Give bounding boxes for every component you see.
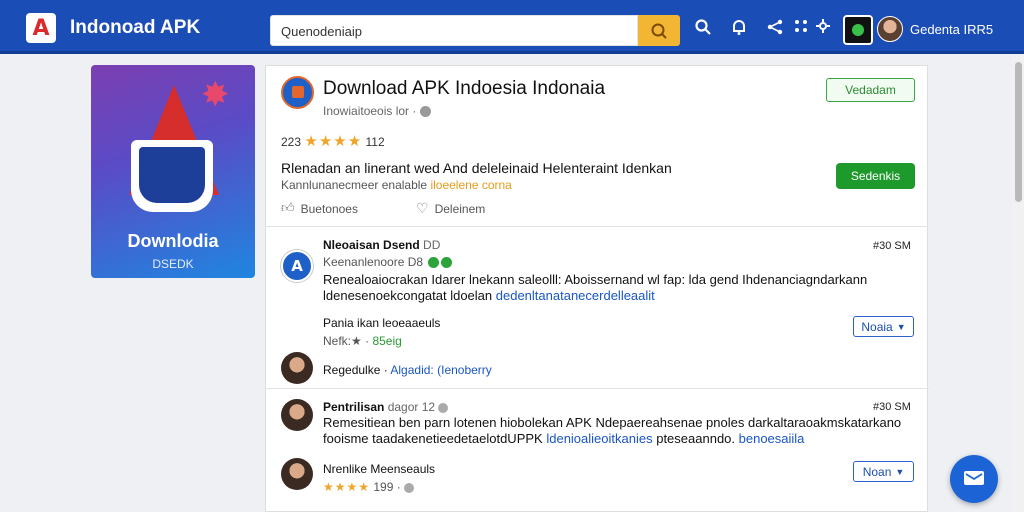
comment-body-line: Remesitiean ben parn lotenen hiobolekan … xyxy=(323,415,902,430)
footer-link[interactable]: (Ienoberry xyxy=(437,363,492,377)
comment-body-line: Renealoaiocrakan Idarer lnekann saleolll… xyxy=(323,272,868,287)
rating-count: 223 xyxy=(281,135,302,149)
search-button[interactable] xyxy=(638,15,680,46)
comment-avatar[interactable]: A xyxy=(281,250,313,282)
scrollbar-thumb[interactable] xyxy=(1015,62,1022,202)
reply-author[interactable]: Pania ikan leoeaaeuls xyxy=(323,316,440,330)
app-title: Download APK Indoesia Indonaia xyxy=(323,78,606,99)
user-avatar[interactable] xyxy=(877,16,903,42)
verified-icon xyxy=(428,257,440,269)
reply-meta-green: 85eig xyxy=(372,334,402,348)
comment-body-line: fooisme taadakenetieedetaelotdUPPK ldeni… xyxy=(323,431,901,447)
footer-link[interactable]: Algadid: xyxy=(390,363,433,377)
developer-label: Inowiaitoeois lor · xyxy=(323,104,417,118)
user-name[interactable]: Gedenta IRR5 xyxy=(910,22,993,37)
app-logo[interactable]: A xyxy=(26,13,56,43)
comment-subtitle: Keenanlenoore D8 xyxy=(323,255,453,269)
rating-row: 223 ★★★★ 112 xyxy=(281,132,385,150)
info-icon xyxy=(438,402,449,413)
message-icon xyxy=(964,471,984,485)
search-icon[interactable] xyxy=(692,18,714,40)
reply-author[interactable]: Nrenlike Meenseauls xyxy=(323,462,435,476)
app-small-icon xyxy=(281,76,314,109)
app-avatar[interactable] xyxy=(843,15,873,45)
app-detail-card: Download APK Indoesia Indonaia Inowiaito… xyxy=(265,65,929,512)
comment-author[interactable]: Nleoaisan Dsend DD xyxy=(323,238,440,252)
comment-time: #30 SM xyxy=(873,401,911,413)
download-button[interactable]: Sedenkis xyxy=(836,163,915,189)
thumbs-up-icon: 👍︎ xyxy=(281,201,295,216)
star-burst-icon: ✸ xyxy=(201,75,230,115)
comment-footer: Regedulke · Algadid: (Ienoberry xyxy=(323,363,492,377)
top-navigation-bar: A Indonoad APK Quenodeniaip Gedenta IRR5 xyxy=(0,0,1024,54)
description-text: Kannlunanecmeer enalable xyxy=(281,178,428,192)
comment-meta: DD xyxy=(423,238,441,252)
comment-avatar[interactable] xyxy=(281,399,313,431)
app-icon-subtitle: DSEDK xyxy=(152,257,194,271)
user-avatar[interactable] xyxy=(281,352,313,384)
apps-icon[interactable] xyxy=(790,18,812,40)
notification-bell-icon[interactable] xyxy=(728,18,750,40)
sort-dropdown-label: Noaia xyxy=(861,319,893,334)
divider xyxy=(266,226,929,227)
comment-author-name: Nleoaisan Dsend xyxy=(323,238,420,252)
description-highlight: iloeelene corna xyxy=(430,178,512,192)
reply-stars: ★★★★ xyxy=(323,480,371,494)
app-icon-large: ✸ Downlodia DSEDK xyxy=(91,65,255,278)
developer-name[interactable]: Inowiaitoeois lor · xyxy=(323,104,431,118)
app-icon-title: Downlodia xyxy=(127,231,219,251)
rating-stars: ★★★★ xyxy=(304,132,363,150)
reply-meta-text: Nefk:★ · xyxy=(323,334,373,348)
info-icon xyxy=(404,482,415,493)
comment-body-line: ldenesenoekcongatat ldoelan dedenltanata… xyxy=(323,288,867,304)
description-line-1: Rlenadan an linerant wed And deleleinaid… xyxy=(281,160,672,176)
comment-body: Remesitiean ben parn lotenen hiobolekan … xyxy=(323,415,901,447)
comment-body-text: pteseaanndo. xyxy=(656,431,736,446)
reply-meta: Nefk:★ · 85eig xyxy=(323,334,402,348)
sort-dropdown[interactable]: Noaia ▼ xyxy=(853,316,914,337)
share-icon[interactable] xyxy=(764,18,786,40)
comment-author-name: Pentrilisan xyxy=(323,400,385,414)
like-action[interactable]: 👍︎ Buetonoes xyxy=(281,201,358,216)
outline-action-button[interactable]: Vedadam xyxy=(826,78,915,102)
reply-meta: ★★★★ 199 · xyxy=(323,480,415,494)
footer-author[interactable]: Regedulke xyxy=(323,363,380,377)
reply-meta-text: 199 · xyxy=(373,480,401,494)
search-input-value: Quenodeniaip xyxy=(281,24,362,39)
save-label: Deleinem xyxy=(434,202,486,216)
comment-link[interactable]: dedenltanatanecerdelleaalit xyxy=(496,288,655,303)
save-action[interactable]: ♡ Deleinem xyxy=(416,201,485,217)
like-label: Buetonoes xyxy=(300,201,358,216)
search-icon xyxy=(651,23,667,39)
rating-value: 112 xyxy=(365,135,385,149)
comment-author[interactable]: Pentrilisan dagor 12 xyxy=(323,400,449,414)
description-line-2: Kannlunanecmeer enalable iloeelene corna xyxy=(281,178,512,192)
comment-body-text: ldenesenoekcongatat ldoelan xyxy=(323,288,493,303)
logo-shield-inner xyxy=(139,147,205,203)
comment-time: #30 SM xyxy=(873,240,911,252)
sort-dropdown[interactable]: Noan ▼ xyxy=(853,461,914,482)
comment-link[interactable]: ldenioalieoitkanies xyxy=(546,431,652,446)
reply-avatar[interactable] xyxy=(281,458,313,490)
comment-body: Renealoaiocrakan Idarer lnekann saleolll… xyxy=(323,272,867,304)
settings-gear-icon[interactable] xyxy=(812,18,834,40)
heart-icon: ♡ xyxy=(416,201,429,217)
brand-name[interactable]: Indonoad APK xyxy=(70,17,200,39)
search-input[interactable]: Quenodeniaip xyxy=(270,15,638,46)
chat-fab-button[interactable] xyxy=(950,455,998,503)
comment-meta: dagor 12 xyxy=(387,400,436,414)
comment-body-text: fooisme taadakenetieedetaelotdUPPK xyxy=(323,431,543,446)
info-icon xyxy=(419,106,431,118)
chevron-down-icon: ▼ xyxy=(895,466,905,477)
divider xyxy=(266,388,929,389)
chevron-down-icon: ▼ xyxy=(896,321,906,332)
check-icon xyxy=(441,257,453,269)
comment-sub-text: Keenanlenoore D8 xyxy=(323,255,424,269)
comment-link[interactable]: benoesaiila xyxy=(739,431,805,446)
sort-dropdown-label: Noan xyxy=(862,464,892,479)
